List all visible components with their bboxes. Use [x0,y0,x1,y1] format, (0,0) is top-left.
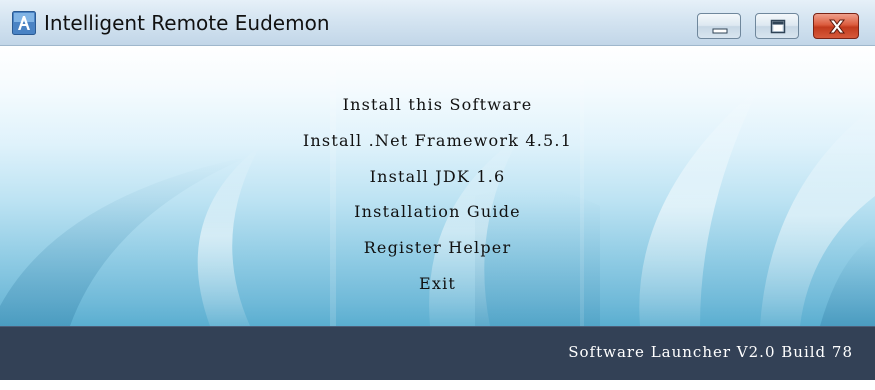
menu-item-label[interactable]: Install this Software [337,95,539,114]
app-icon[interactable] [12,11,36,35]
maximize-icon [770,19,786,34]
version-label: Software Launcher V2.0 Build 78 [568,343,853,361]
menu-item-register-helper[interactable]: Register Helper [0,237,875,259]
maximize-button[interactable] [755,13,799,39]
menu-item-label[interactable]: Installation Guide [348,202,527,221]
menu-item-label[interactable]: Register Helper [358,238,518,257]
close-icon [828,19,846,34]
close-button[interactable] [813,13,859,39]
menu-item-label[interactable]: Install JDK 1.6 [364,167,512,186]
minimize-icon [712,28,728,34]
launcher-panel: Install this Software Install .Net Frame… [0,46,875,326]
menu-item-installation-guide[interactable]: Installation Guide [0,201,875,223]
menu-item-label[interactable]: Exit [413,274,462,293]
title-bar[interactable]: Intelligent Remote Eudemon [0,0,875,46]
menu-item-install-jdk[interactable]: Install JDK 1.6 [0,166,875,188]
bottom-edge [0,380,875,390]
status-footer: Software Launcher V2.0 Build 78 [0,326,875,380]
launcher-window: Intelligent Remote Eudemon Install this … [0,0,875,390]
window-title: Intelligent Remote Eudemon [44,11,330,35]
menu-item-label[interactable]: Install .Net Framework 4.5.1 [297,131,578,150]
menu-item-install-net-framework[interactable]: Install .Net Framework 4.5.1 [0,130,875,152]
minimize-button[interactable] [697,13,741,39]
menu-item-exit[interactable]: Exit [0,273,875,295]
menu-item-install-software[interactable]: Install this Software [0,94,875,116]
